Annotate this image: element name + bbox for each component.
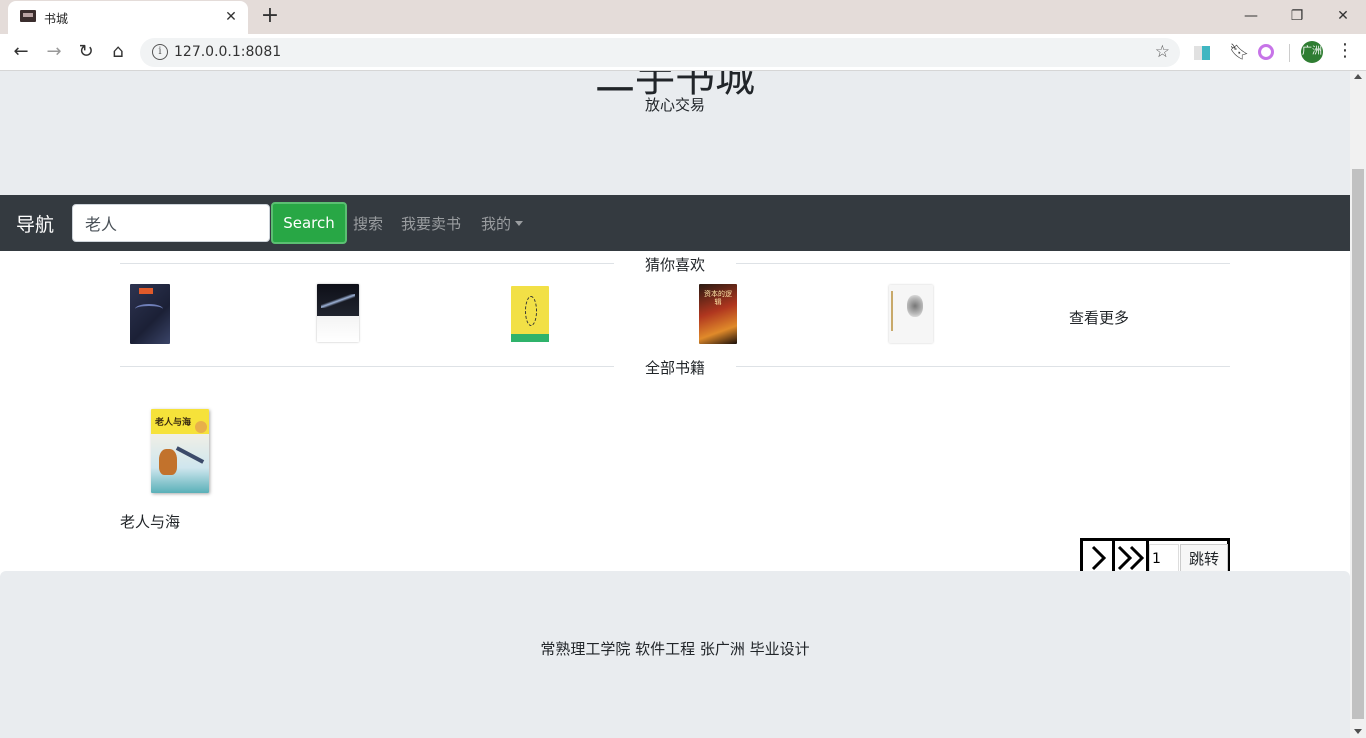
last-page-button[interactable]	[1115, 541, 1149, 574]
page-number-input[interactable]	[1149, 544, 1179, 574]
next-page-button[interactable]	[1083, 541, 1115, 574]
profile-avatar[interactable]: 广洲	[1301, 41, 1323, 63]
book-title-link[interactable]: 老人与海	[120, 511, 180, 532]
scroll-up-arrow-icon[interactable]	[1354, 74, 1362, 79]
main-navbar: 导航 Search 搜索 我要卖书 我的	[0, 195, 1350, 251]
cover-art	[525, 296, 537, 326]
recommended-book-cover[interactable]	[130, 284, 170, 344]
address-bar[interactable]: i 127.0.0.1:8081 ☆	[140, 38, 1180, 67]
nav-link-search[interactable]: 搜索	[353, 213, 383, 234]
vertical-scrollbar[interactable]	[1350, 71, 1366, 738]
caret-down-icon	[515, 221, 524, 226]
close-tab-icon[interactable]: ✕	[222, 8, 240, 26]
cover-title: 资本的逻辑	[704, 290, 732, 306]
cover-band	[511, 334, 549, 342]
minimize-icon[interactable]: —	[1228, 5, 1274, 27]
forward-icon[interactable]: →	[42, 40, 66, 64]
back-icon[interactable]: ←	[9, 40, 33, 64]
book-cover[interactable]: 老人与海	[151, 409, 209, 493]
recommend-section-title: 猜你喜欢	[120, 253, 1230, 274]
cover-art	[135, 304, 163, 314]
close-window-icon[interactable]: ✕	[1320, 5, 1366, 27]
cover-portrait	[907, 295, 923, 317]
tab-title: 书城	[44, 12, 69, 26]
page-viewport: 二手书城 放心交易 导航 Search 搜索 我要卖书 我的 猜你喜欢 资本的逻…	[0, 71, 1350, 738]
cover-spine-mark	[891, 291, 893, 331]
url-text[interactable]: 127.0.0.1:8081	[174, 44, 281, 60]
recommended-book-cover[interactable]: 资本的逻辑	[699, 284, 737, 344]
jump-button[interactable]: 跳转	[1180, 544, 1228, 574]
nav-dropdown-mine-label: 我的	[481, 215, 512, 233]
double-chevron-right-icon	[1117, 545, 1145, 571]
cover-label	[139, 288, 153, 294]
extension-icon[interactable]	[1194, 46, 1210, 60]
site-info-icon[interactable]: i	[152, 44, 168, 60]
browser-tab[interactable]: 书城 ✕	[8, 1, 248, 34]
search-button[interactable]: Search	[271, 202, 347, 244]
cover-figure	[159, 449, 177, 475]
scroll-down-arrow-icon[interactable]	[1354, 729, 1362, 734]
recommend-title: 猜你喜欢	[644, 256, 705, 274]
navbar-brand[interactable]: 导航	[16, 210, 54, 237]
nav-link-sell-book[interactable]: 我要卖书	[401, 213, 461, 234]
footer: 常熟理工学院 软件工程 张广洲 毕业设计	[0, 571, 1350, 738]
reload-icon[interactable]: ↻	[74, 40, 98, 64]
recommended-book-cover[interactable]	[511, 286, 549, 342]
chevron-right-icon	[1091, 545, 1107, 571]
favicon-icon	[20, 10, 36, 22]
scroll-thumb[interactable]	[1352, 169, 1364, 719]
all-books-section-title: 全部书籍	[120, 356, 1230, 377]
jumbotron: 二手书城 放心交易	[0, 71, 1350, 195]
recommended-book-cover[interactable]	[317, 284, 359, 342]
browser-toolbar: ← → ↻ ⌂ i 127.0.0.1:8081 ☆ 🔖︎ 广洲 ⋮	[0, 34, 1366, 71]
book-cover-title: 老人与海	[155, 418, 192, 428]
browser-tab-strip: 书城 ✕ + — ❐ ✕	[0, 0, 1366, 34]
all-books-title: 全部书籍	[644, 359, 705, 377]
bookmark-star-icon[interactable]: ☆	[1155, 42, 1170, 62]
search-input[interactable]	[72, 204, 270, 242]
nav-dropdown-mine[interactable]: 我的	[481, 213, 524, 234]
restore-icon[interactable]: ❐	[1274, 5, 1320, 27]
footer-text: 常熟理工学院 软件工程 张广洲 毕业设计	[540, 640, 810, 658]
browser-menu-icon[interactable]: ⋮	[1336, 40, 1354, 61]
cover-fish	[175, 446, 205, 464]
home-icon[interactable]: ⌂	[106, 40, 130, 64]
pagination: 跳转	[1080, 538, 1230, 574]
reading-list-icon[interactable]: 🔖︎	[1229, 42, 1249, 61]
cover-sun	[195, 421, 207, 433]
toolbar-divider	[1289, 44, 1290, 62]
new-tab-button[interactable]: +	[258, 4, 282, 28]
site-subtitle: 放心交易	[644, 96, 705, 114]
recommended-book-cover[interactable]	[889, 285, 933, 343]
extension-ring-icon[interactable]	[1258, 44, 1274, 60]
cover-art	[321, 294, 355, 308]
view-more-link[interactable]: 查看更多	[1069, 307, 1129, 328]
